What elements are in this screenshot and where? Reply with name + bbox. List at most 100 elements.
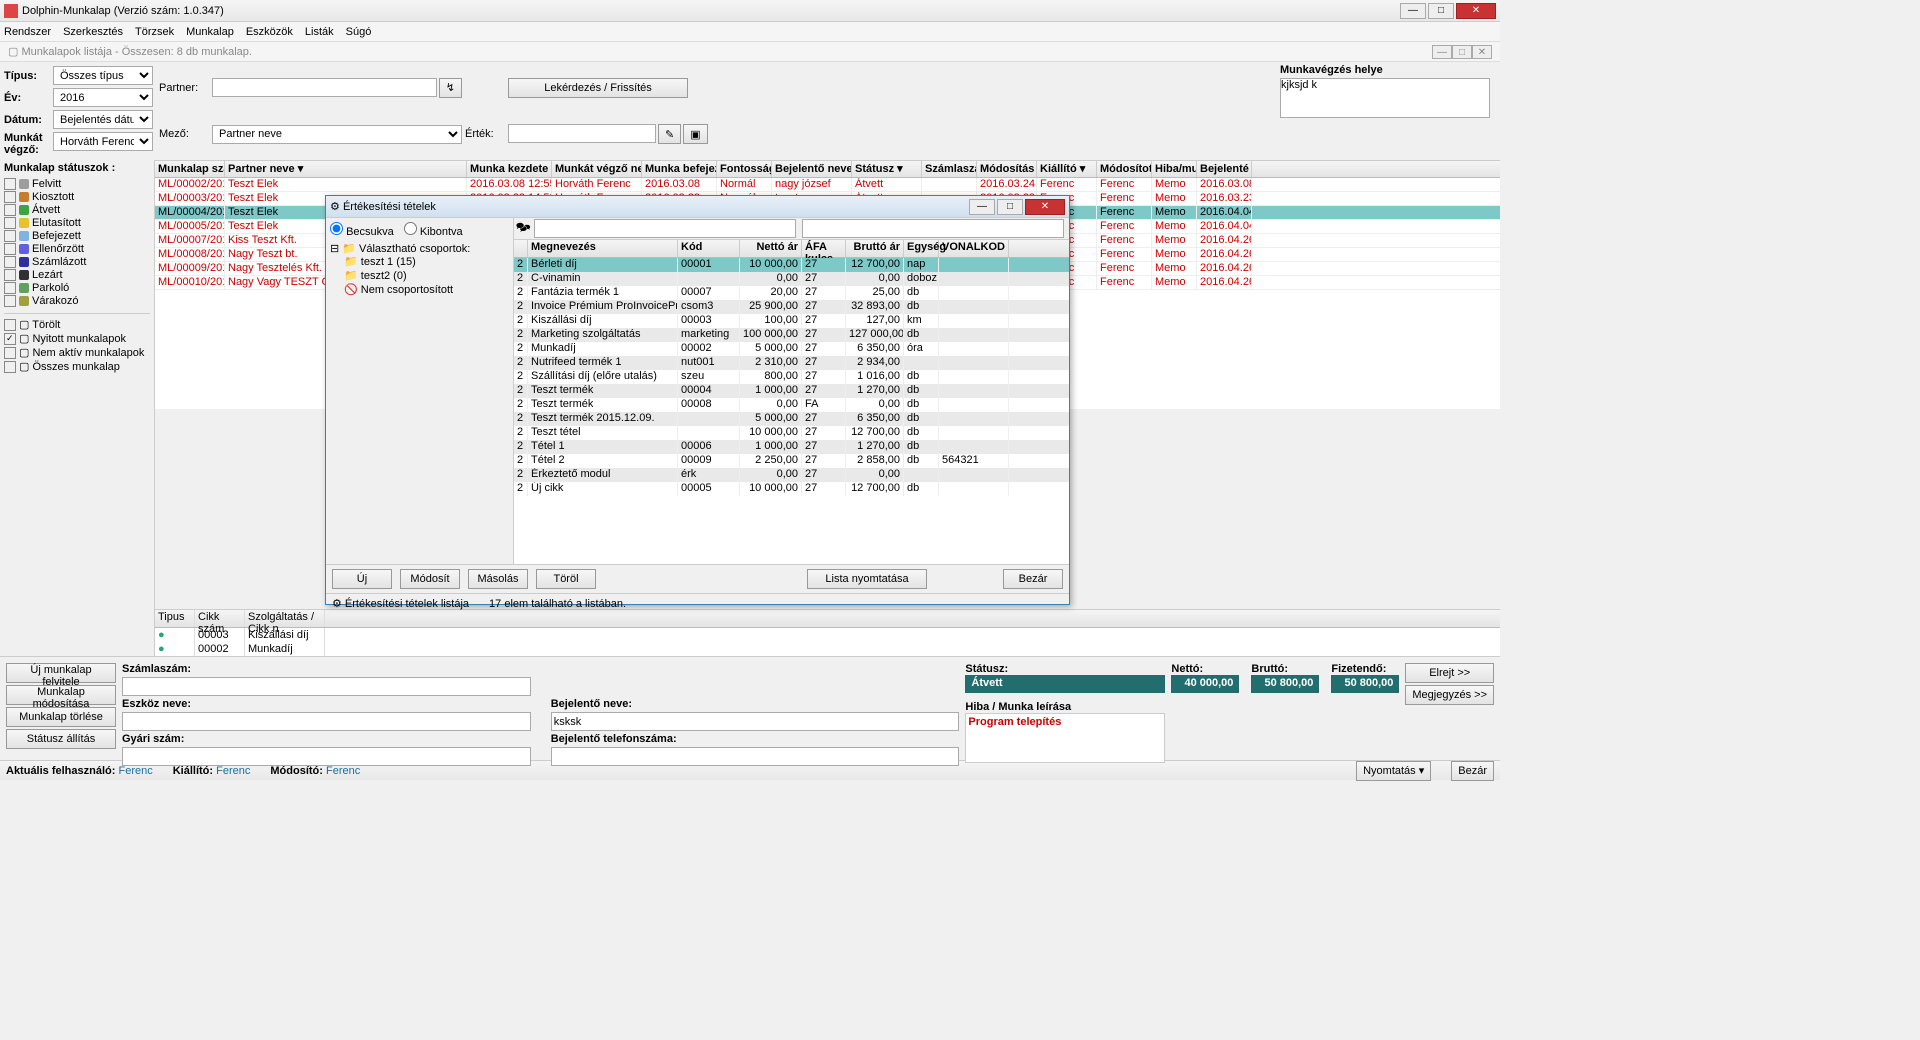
action-button[interactable]: Új munkalap felvitele [6, 663, 116, 683]
status-item[interactable]: Kiosztott [4, 191, 150, 203]
sub-grid-body[interactable]: ●00003Kiszállási díj●00002Munkadíj [155, 628, 1500, 656]
item-row[interactable]: 2Teszt tétel10 000,002712 700,00db [514, 426, 1069, 440]
status-item[interactable]: Várakozó [4, 295, 150, 307]
input-bejelento-nev[interactable] [551, 712, 960, 731]
mdi-close[interactable]: ✕ [1472, 45, 1492, 59]
input-eszkoz[interactable] [122, 712, 531, 731]
dlg-lista[interactable]: Lista nyomtatása [807, 569, 927, 589]
dlg-masolas[interactable]: Másolás [468, 569, 528, 589]
item-row[interactable]: 2C-vinamin0,00270,00doboz [514, 272, 1069, 286]
items-grid-header[interactable]: MegnevezésKódNettó árÁFA kulcsBruttó árE… [514, 240, 1069, 258]
item-row[interactable]: 2Tétel 1000061 000,00271 270,00db [514, 440, 1069, 454]
menu-eszkozok[interactable]: Eszközök [246, 26, 293, 38]
dlg-bezar[interactable]: Bezár [1003, 569, 1063, 589]
items-grid-body[interactable]: 2Bérleti díj0000110 000,002712 700,00nap… [514, 258, 1069, 564]
ertek-btn2[interactable]: ▣ [683, 124, 707, 144]
input-partner[interactable] [212, 78, 437, 97]
input-bejelento-tel[interactable] [551, 747, 960, 766]
status-item[interactable]: Befejezett [4, 230, 150, 242]
action-button[interactable]: Munkalap módosítása [6, 685, 116, 705]
mdi-minimize[interactable]: — [1432, 45, 1452, 59]
select-munkat[interactable]: Horváth Ferenc [53, 132, 153, 151]
input-ertek[interactable] [508, 124, 656, 143]
item-row[interactable]: 2Bérleti díj0000110 000,002712 700,00nap [514, 258, 1069, 272]
status-extra-item[interactable]: ▢ Összes munkalap [4, 360, 150, 373]
brutto-value: 50 800,00 [1251, 675, 1319, 693]
dlg-torol[interactable]: Töröl [536, 569, 596, 589]
dialog-statusbar: ⚙ Értékesítési tételek listája 17 elem t… [326, 593, 1069, 613]
menu-torzsek[interactable]: Törzsek [135, 26, 174, 38]
status-item[interactable]: Ellenőrzött [4, 243, 150, 255]
items-search-input[interactable] [534, 219, 796, 238]
status-extra-item[interactable]: ▢ Nyitott munkalapok [4, 332, 150, 345]
menu-szerkesztes[interactable]: Szerkesztés [63, 26, 123, 38]
status-extra-item[interactable]: ▢ Törölt [4, 318, 150, 331]
grid-row[interactable]: ML/00002/2016Teszt Elek2016.03.08 12:55:… [155, 178, 1500, 192]
items-search-aux[interactable] [802, 219, 1064, 238]
action-button[interactable]: Státusz állítás [6, 729, 116, 749]
label-szamlaszam: Számlaszám: [122, 663, 531, 675]
status-item[interactable]: Elutasított [4, 217, 150, 229]
maximize-button[interactable]: □ [1428, 3, 1454, 19]
item-row[interactable]: 2Teszt termék000041 000,00271 270,00db [514, 384, 1069, 398]
menu-rendszer[interactable]: Rendszer [4, 26, 51, 38]
menu-munkalap[interactable]: Munkalap [186, 26, 234, 38]
item-row[interactable]: 2Kiszállási díj00003100,0027127,00km [514, 314, 1069, 328]
netto-value: 40 000,00 [1171, 675, 1239, 693]
status-item[interactable]: Lezárt [4, 269, 150, 281]
grid-header[interactable]: Munkalap szám ▾Partner neve ▾Munka kezde… [155, 160, 1500, 178]
item-row[interactable]: 2Új cikk0000510 000,002712 700,00db [514, 482, 1069, 496]
elrejt-button[interactable]: Elrejt >> [1405, 663, 1494, 683]
menu-listak[interactable]: Listák [305, 26, 334, 38]
select-mezo[interactable]: Partner neve [212, 125, 462, 144]
select-tipus[interactable]: Összes típus [53, 66, 153, 85]
item-row[interactable]: 2Érkeztető modulérk0,00270,00 [514, 468, 1069, 482]
item-row[interactable]: 2Teszt termék 2015.12.09.5 000,00276 350… [514, 412, 1069, 426]
select-ev[interactable]: 2016 [53, 88, 153, 107]
item-row[interactable]: 2Fantázia termék 10000720,002725,00db [514, 286, 1069, 300]
partner-clear-button[interactable]: ↯ [439, 78, 462, 98]
status-item[interactable]: Átvett [4, 204, 150, 216]
sub-row[interactable]: ●00003Kiszállási díj [155, 628, 1500, 642]
tree-node-2[interactable]: 📁 teszt2 (0) [344, 269, 509, 283]
dlg-status-left: Értékesítési tételek listája [345, 598, 469, 610]
item-row[interactable]: 2Nutrifeed termék 1nut0012 310,00272 934… [514, 356, 1069, 370]
close-button[interactable]: ✕ [1456, 3, 1496, 19]
action-button[interactable]: Munkalap törlése [6, 707, 116, 727]
dlg-minimize[interactable]: — [969, 199, 995, 215]
item-row[interactable]: 2Munkadíj000025 000,00276 350,00óra [514, 342, 1069, 356]
minimize-button[interactable]: — [1400, 3, 1426, 19]
tree-node-1[interactable]: 📁 teszt 1 (15) [344, 255, 509, 269]
item-row[interactable]: 2Teszt termék000080,00FA0,00db [514, 398, 1069, 412]
radio-becsukva[interactable]: Becsukva [330, 222, 394, 238]
refresh-button[interactable]: Lekérdezés / Frissítés [508, 78, 688, 98]
status-extra-item[interactable]: ▢ Nem aktív munkalapok [4, 346, 150, 359]
item-row[interactable]: 2Szállítási díj (előre utalás)szeu800,00… [514, 370, 1069, 384]
bezar-button[interactable]: Bezár [1451, 761, 1494, 781]
input-gyari[interactable] [122, 747, 531, 766]
mdi-restore[interactable]: □ [1452, 45, 1472, 59]
label-bejelento-nev: Bejelentő neve: [551, 698, 960, 710]
item-row[interactable]: 2Invoice Prémium ProInvoicePro LIGHT szá… [514, 300, 1069, 314]
sb-kiallito-v: Ferenc [216, 765, 250, 777]
dlg-close[interactable]: ✕ [1025, 199, 1065, 215]
dlg-modosit[interactable]: Módosít [400, 569, 460, 589]
item-row[interactable]: 2Tétel 2000092 250,00272 858,00db564321 [514, 454, 1069, 468]
nyomtatas-button[interactable]: Nyomtatás ▾ [1356, 761, 1431, 781]
dlg-maximize[interactable]: □ [997, 199, 1023, 215]
menu-sugo[interactable]: Súgó [346, 26, 372, 38]
status-item[interactable]: Parkoló [4, 282, 150, 294]
select-datum[interactable]: Bejelentés dátuma [53, 110, 153, 129]
sub-row[interactable]: ●00002Munkadíj [155, 642, 1500, 656]
ertek-btn1[interactable]: ✎ [658, 124, 681, 144]
radio-kibontva[interactable]: Kibontva [404, 222, 463, 238]
megjegyzes-button[interactable]: Megjegyzés >> [1405, 685, 1494, 705]
item-row[interactable]: 2Marketing szolgáltatásmarketing100 000,… [514, 328, 1069, 342]
status-item[interactable]: Számlázott [4, 256, 150, 268]
input-szamlaszam[interactable] [122, 677, 531, 696]
tree-root[interactable]: ⊟ 📁 Választható csoportok: [330, 242, 509, 255]
dlg-uj[interactable]: Új [332, 569, 392, 589]
tree-node-3[interactable]: 🚫 Nem csoportosított [344, 283, 509, 297]
work-location-text[interactable]: kjksjd k [1280, 78, 1490, 118]
status-item[interactable]: Felvitt [4, 178, 150, 190]
